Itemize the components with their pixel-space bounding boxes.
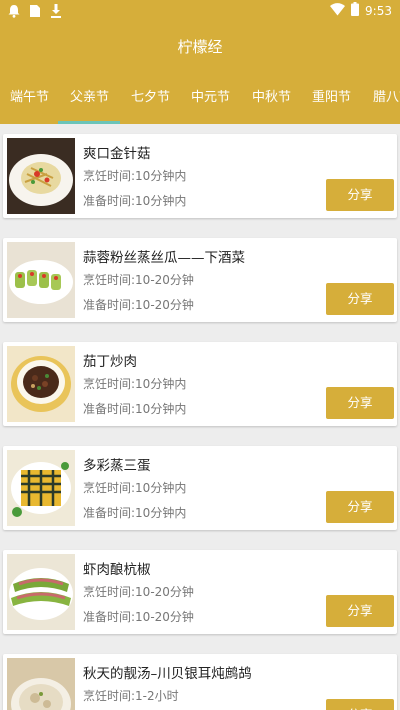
tab-zhongqiu[interactable]: 中秋节 [252,72,291,124]
recipe-title: 秋天的靓汤–川贝银耳炖鹧鸪 [83,666,252,682]
tab-chongyang[interactable]: 重阳节 [312,72,351,124]
recipe-card[interactable]: 多彩蒸三蛋 烹饪时间:10分钟内 准备时间:10分钟内 分享 [3,446,397,530]
recipe-card[interactable]: 虾肉酿杭椒 烹饪时间:10-20分钟 准备时间:10-20分钟 分享 [3,550,397,634]
recipe-title: 多彩蒸三蛋 [83,458,151,474]
tab-fuqin[interactable]: 父亲节 [70,72,109,124]
recipe-photo [7,242,75,318]
recipe-card[interactable]: 蒜蓉粉丝蒸丝瓜——下酒菜 烹饪时间:10-20分钟 准备时间:10-20分钟 分… [3,238,397,322]
recipe-cook-time: 烹饪时间:10分钟内 [83,377,187,391]
recipe-title: 茄丁炒肉 [83,354,137,370]
recipe-photo [7,554,75,630]
sim-card-icon [29,3,41,22]
tab-duanwu[interactable]: 端午节 [10,72,49,124]
recipe-title: 爽口金针菇 [83,146,151,162]
recipe-list: 爽口金针菇 烹饪时间:10分钟内 准备时间:10分钟内 分享 蒜蓉粉丝蒸丝瓜——… [0,124,400,710]
tab-qixi[interactable]: 七夕节 [131,72,170,124]
recipe-card[interactable]: 茄丁炒肉 烹饪时间:10分钟内 准备时间:10分钟内 分享 [3,342,397,426]
status-bar: 9:53 [0,0,400,22]
recipe-cook-time: 烹饪时间:10-20分钟 [83,273,194,287]
recipe-prep-time: 准备时间:10-20分钟 [83,298,194,312]
share-button[interactable]: 分享 [326,387,394,419]
recipe-photo [7,450,75,526]
recipe-card[interactable]: 秋天的靓汤–川贝银耳炖鹧鸪 烹饪时间:1-2小时 分享 [3,654,397,710]
page-title: 柠檬经 [177,38,223,56]
recipe-title: 蒜蓉粉丝蒸丝瓜——下酒菜 [83,250,245,266]
recipe-photo [7,658,75,710]
battery-icon [351,2,360,19]
share-button[interactable]: 分享 [326,491,394,523]
share-button[interactable]: 分享 [326,179,394,211]
recipe-cook-time: 烹饪时间:10-20分钟 [83,585,194,599]
recipe-title: 虾肉酿杭椒 [83,562,151,578]
share-button[interactable]: 分享 [326,699,394,710]
app-header: 柠檬经 [0,22,400,72]
wifi-icon [330,2,346,19]
recipe-cook-time: 烹饪时间:10分钟内 [83,169,187,183]
festival-tabs: 端午节 父亲节 七夕节 中元节 中秋节 重阳节 腊八节 [0,72,400,124]
share-button[interactable]: 分享 [326,283,394,315]
download-icon [50,3,62,22]
recipe-prep-time: 准备时间:10-20分钟 [83,610,194,624]
recipe-card[interactable]: 爽口金针菇 烹饪时间:10分钟内 准备时间:10分钟内 分享 [3,134,397,218]
recipe-photo [7,346,75,422]
tab-zhongyuan[interactable]: 中元节 [191,72,230,124]
notification-icon [8,3,20,22]
recipe-cook-time: 烹饪时间:10分钟内 [83,481,187,495]
recipe-photo [7,138,75,214]
status-time: 9:53 [365,3,392,18]
recipe-prep-time: 准备时间:10分钟内 [83,194,187,208]
share-button[interactable]: 分享 [326,595,394,627]
recipe-cook-time: 烹饪时间:1-2小时 [83,689,179,703]
tab-laba[interactable]: 腊八节 [373,72,400,124]
recipe-prep-time: 准备时间:10分钟内 [83,402,187,416]
recipe-prep-time: 准备时间:10分钟内 [83,506,187,520]
